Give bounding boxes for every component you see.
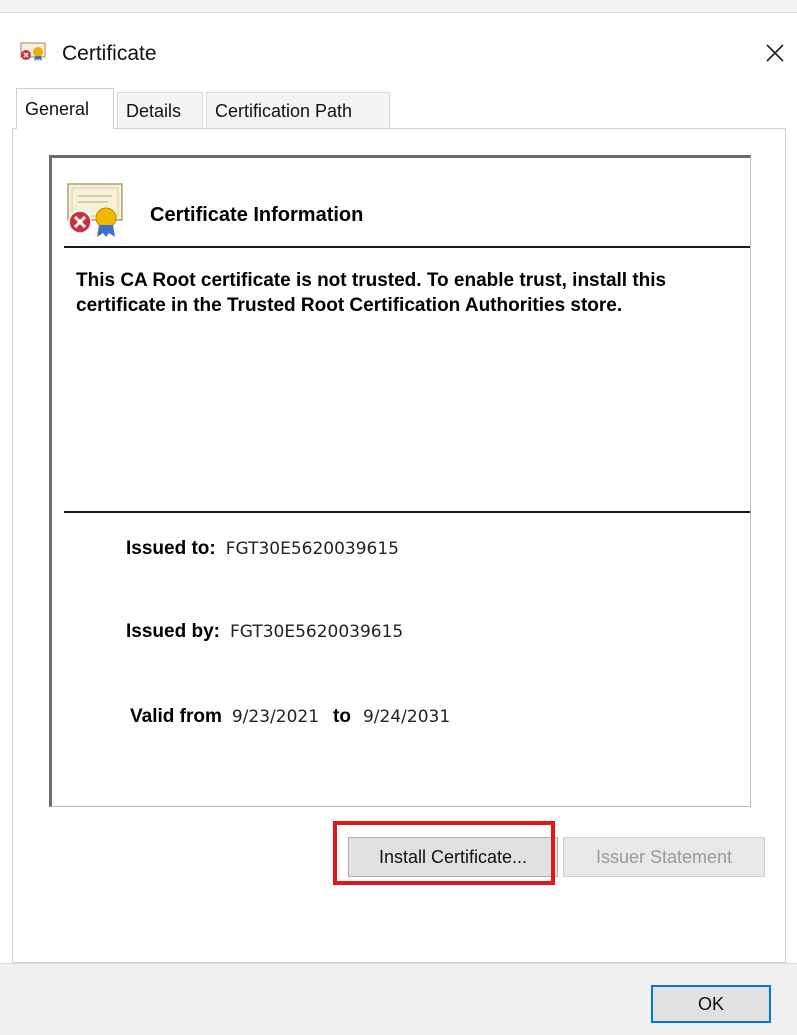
background-window-strip xyxy=(0,0,797,13)
valid-to-value: 9/24/2031 xyxy=(362,707,451,727)
certificate-untrusted-icon xyxy=(64,180,128,238)
title-bar: Certificate xyxy=(0,13,797,73)
general-tab-panel: Certificate Information This CA Root cer… xyxy=(12,128,786,963)
window-title: Certificate xyxy=(62,42,157,65)
details-divider xyxy=(64,511,750,513)
issued-to-value: FGT30E5620039615 xyxy=(225,539,399,559)
heading-divider xyxy=(64,246,750,248)
tab-details[interactable]: Details xyxy=(117,92,203,128)
issued-by-value: FGT30E5620039615 xyxy=(229,622,404,642)
dialog-footer: OK xyxy=(0,963,797,1035)
install-certificate-button[interactable]: Install Certificate... xyxy=(348,837,558,877)
tab-general[interactable]: General xyxy=(16,88,114,129)
certificate-info-box: Certificate Information This CA Root cer… xyxy=(49,155,751,807)
trust-warning-message: This CA Root certificate is not trusted.… xyxy=(76,270,667,316)
validity-row: Valid from 9/23/2021 to 9/24/2031 xyxy=(130,706,450,728)
issued-by-row: Issued by: FGT30E5620039615 xyxy=(126,621,403,643)
certificate-icon xyxy=(18,41,48,61)
close-icon xyxy=(766,44,784,62)
issued-to-label: Issued to: xyxy=(126,538,216,559)
valid-to-label: to xyxy=(333,706,351,727)
valid-from-value: 9/23/2021 xyxy=(231,707,320,727)
issued-to-row: Issued to: FGT30E5620039615 xyxy=(126,538,399,560)
certificate-info-heading: Certificate Information xyxy=(150,204,364,226)
ok-button[interactable]: OK xyxy=(651,985,771,1023)
issued-by-label: Issued by: xyxy=(126,621,220,642)
close-button[interactable] xyxy=(755,35,795,71)
issuer-statement-button[interactable]: Issuer Statement xyxy=(563,837,765,877)
valid-from-label: Valid from xyxy=(130,706,222,727)
tab-certification-path[interactable]: Certification Path xyxy=(206,92,390,128)
